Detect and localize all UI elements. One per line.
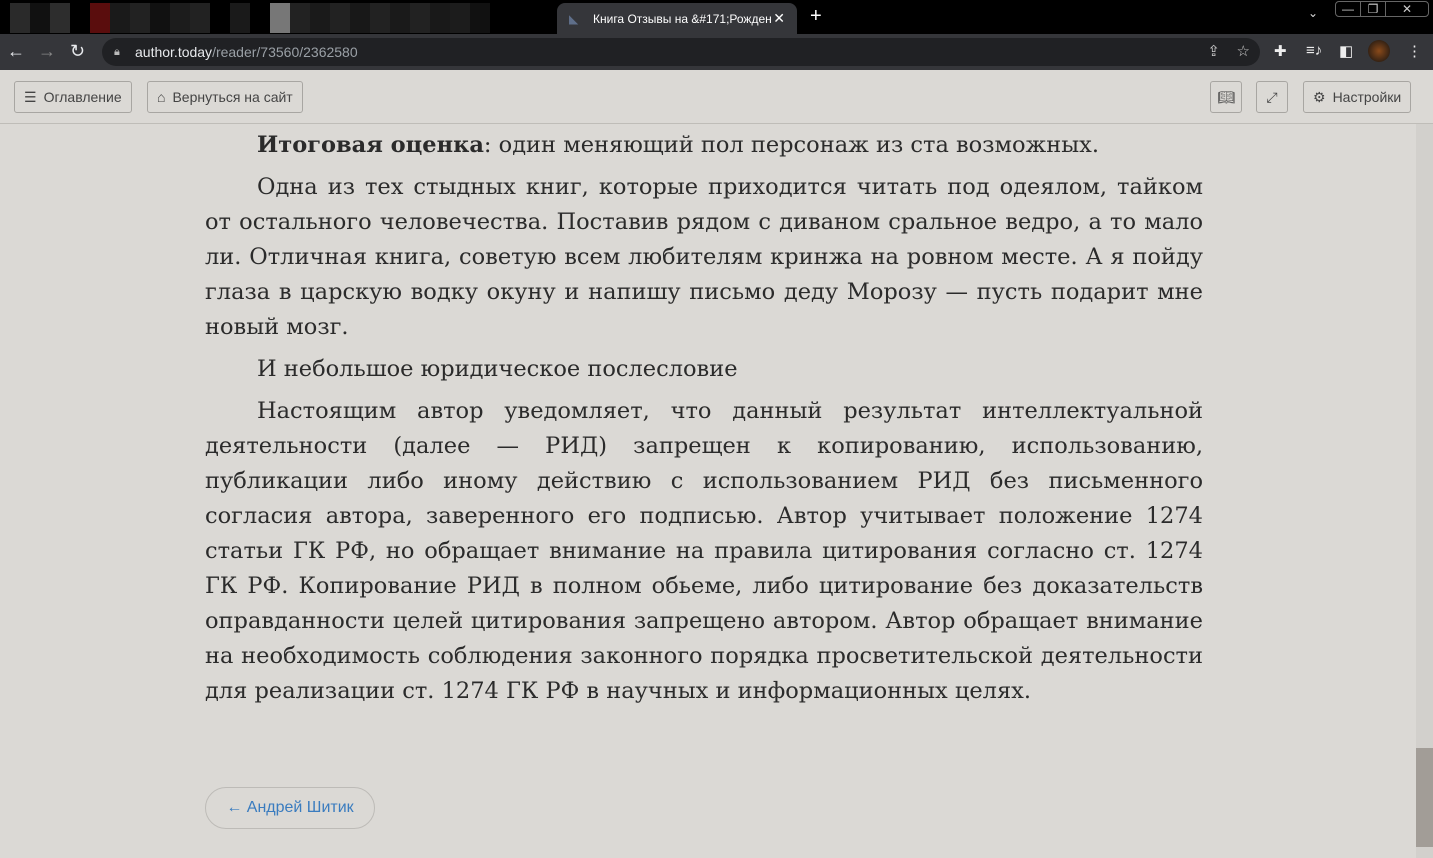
final-rating-label: Итоговая оценка (257, 132, 484, 158)
back-to-site-label: Вернуться на сайт (172, 89, 293, 105)
extensions-puzzle-icon[interactable]: ✚ (1274, 42, 1287, 60)
chapter-text: Итоговая оценка: один меняющий пол персо… (205, 128, 1203, 716)
close-tab-icon[interactable]: ✕ (773, 10, 785, 27)
scrollbar-thumb[interactable] (1416, 748, 1433, 847)
side-panel-icon[interactable]: ◧ (1339, 42, 1353, 60)
blurred-tabs[interactable] (10, 3, 490, 33)
prev-chapter-link[interactable]: ← Андрей Шитик (205, 787, 375, 829)
tab-search-chevron-icon[interactable]: ⌄ (1308, 6, 1318, 20)
menu-kebab-icon[interactable]: ⋮ (1407, 42, 1422, 60)
book-icon: 📖︎ (1217, 88, 1235, 105)
reload-icon[interactable]: ↻ (70, 41, 85, 62)
paragraph: Одна из тех стыдных книг, которые приход… (205, 174, 1203, 340)
list-icon: ☰ (24, 88, 37, 105)
home-icon: ⌂ (157, 89, 166, 105)
tab-title: Книга Отзывы на &#171;Рожден (593, 11, 772, 26)
reader-toolbar: ☰ Оглавление ⌂ Вернуться на сайт 📖︎ ⤢ ⚙ … (0, 70, 1433, 124)
contents-button[interactable]: ☰ Оглавление (14, 81, 132, 113)
bookmark-star-icon[interactable]: ☆ (1237, 38, 1250, 66)
url-field[interactable]: 🔒︎ author.today/reader/73560/2362580 ⇪ ☆ (102, 38, 1260, 66)
paragraph: Настоящим автор уведомляет, что данный р… (205, 398, 1203, 704)
window-controls: — ❐ ✕ (1335, 1, 1429, 17)
url-domain: author.today (135, 44, 213, 60)
expand-icon: ⤢ (1266, 88, 1278, 105)
lock-icon: 🔒︎ (114, 46, 120, 58)
browser-tab-strip: ◣ Книга Отзывы на &#171;Рожден ✕ + ⌄ — ❐… (0, 0, 1433, 34)
restore-icon[interactable]: ❐ (1361, 2, 1386, 16)
address-bar-row: ← → ↻ 🔒︎ author.today/reader/73560/23625… (0, 34, 1433, 70)
close-window-icon[interactable]: ✕ (1386, 2, 1428, 16)
paragraph: Итоговая оценка: один меняющий пол персо… (205, 128, 1203, 163)
book-mode-button[interactable]: 📖︎ (1210, 81, 1242, 113)
share-icon[interactable]: ⇪ (1207, 38, 1220, 66)
settings-button[interactable]: ⚙ Настройки (1303, 81, 1412, 113)
minimize-icon[interactable]: — (1336, 2, 1361, 16)
url-path: /reader/73560/2362580 (212, 44, 358, 60)
back-icon[interactable]: ← (7, 41, 25, 62)
media-control-icon[interactable]: ≡♪ (1306, 42, 1322, 59)
site-favicon-icon: ◣ (569, 11, 579, 26)
contents-label: Оглавление (43, 89, 122, 105)
settings-label: Настройки (1332, 89, 1402, 105)
fullscreen-button[interactable]: ⤢ (1256, 81, 1288, 113)
new-tab-button[interactable]: + (810, 5, 822, 28)
active-tab[interactable]: ◣ Книга Отзывы на &#171;Рожден ✕ (557, 3, 797, 34)
forward-icon[interactable]: → (38, 41, 56, 62)
paragraph: И небольшое юридическое послесловие (257, 356, 738, 382)
back-to-site-button[interactable]: ⌂ Вернуться на сайт (147, 81, 303, 113)
scrollbar[interactable] (1416, 124, 1433, 858)
profile-avatar[interactable] (1368, 40, 1390, 62)
final-rating-text: : один меняющий пол персонаж из ста возм… (483, 132, 1099, 158)
gear-icon: ⚙ (1313, 88, 1326, 105)
